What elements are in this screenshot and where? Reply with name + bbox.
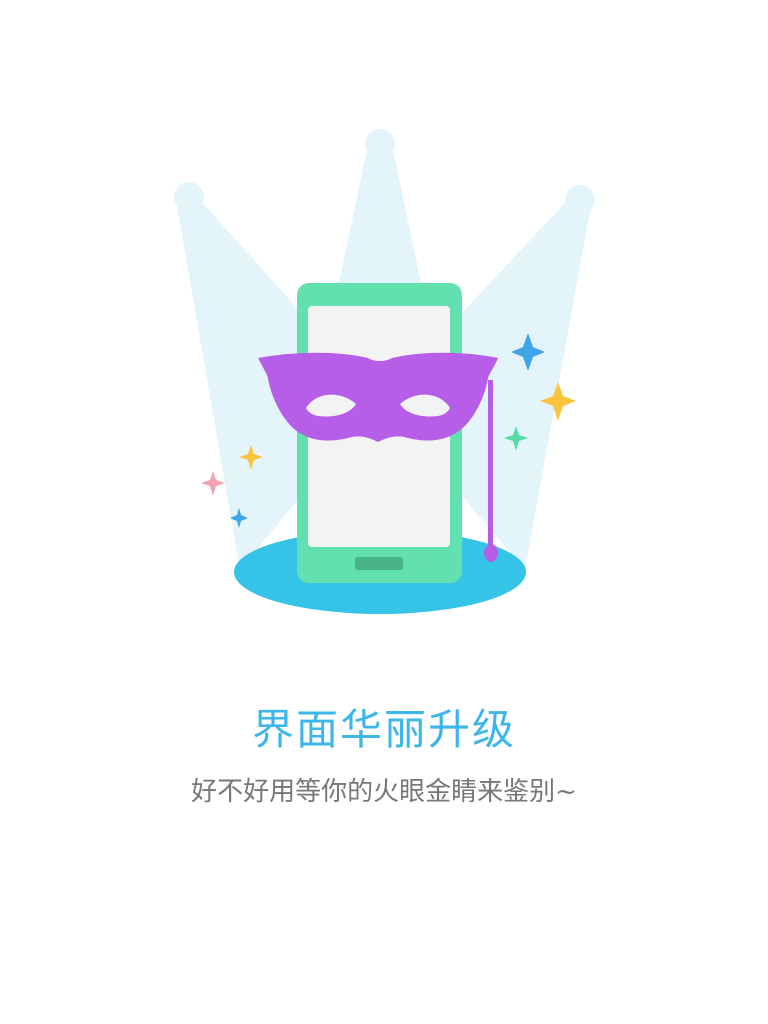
feature-subtitle: 好不好用等你的火眼金睛来鉴别~ — [191, 777, 577, 807]
mask-stick — [488, 380, 493, 550]
feature-illustration — [0, 0, 768, 680]
spotlight-center-lamp — [365, 129, 395, 159]
feature-title: 界面华丽升级 — [251, 705, 516, 754]
phone-home-button — [355, 557, 403, 570]
spotlight-left-lamp — [174, 182, 204, 212]
illustration-svg — [174, 129, 595, 614]
mask-stick-tassel — [484, 544, 498, 562]
spotlight-right-lamp — [565, 185, 595, 215]
sparkle-icon-pink — [201, 471, 225, 496]
